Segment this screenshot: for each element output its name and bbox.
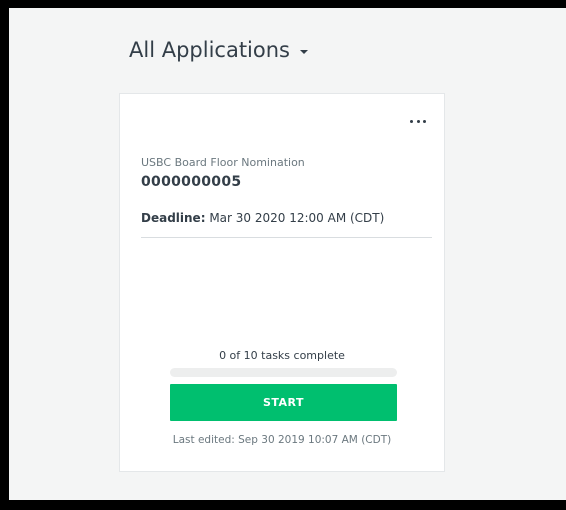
deadline-label: Deadline: — [141, 211, 206, 225]
more-options-button[interactable] — [410, 117, 426, 125]
application-type: USBC Board Floor Nomination — [141, 156, 305, 169]
deadline: Deadline: Mar 30 2020 12:00 AM (CDT) — [141, 211, 384, 225]
progress-bar — [170, 368, 397, 377]
application-id: 0000000005 — [141, 174, 242, 190]
deadline-value: Mar 30 2020 12:00 AM (CDT) — [209, 211, 385, 225]
more-horizontal-icon — [423, 119, 426, 123]
more-horizontal-icon — [416, 119, 420, 123]
more-horizontal-icon — [410, 119, 413, 123]
last-edited-text: Last edited: Sep 30 2019 10:07 AM (CDT) — [172, 434, 392, 446]
app-viewport: All Applications USBC Board Floor Nomina… — [9, 8, 566, 500]
divider — [141, 237, 432, 238]
caret-down-icon — [300, 50, 308, 54]
progress-text: 0 of 10 tasks complete — [219, 349, 345, 362]
page-title: All Applications — [129, 38, 290, 62]
start-button[interactable]: START — [170, 384, 397, 421]
applications-filter-dropdown[interactable]: All Applications — [129, 38, 308, 62]
application-card: USBC Board Floor Nomination 0000000005 D… — [119, 93, 445, 472]
